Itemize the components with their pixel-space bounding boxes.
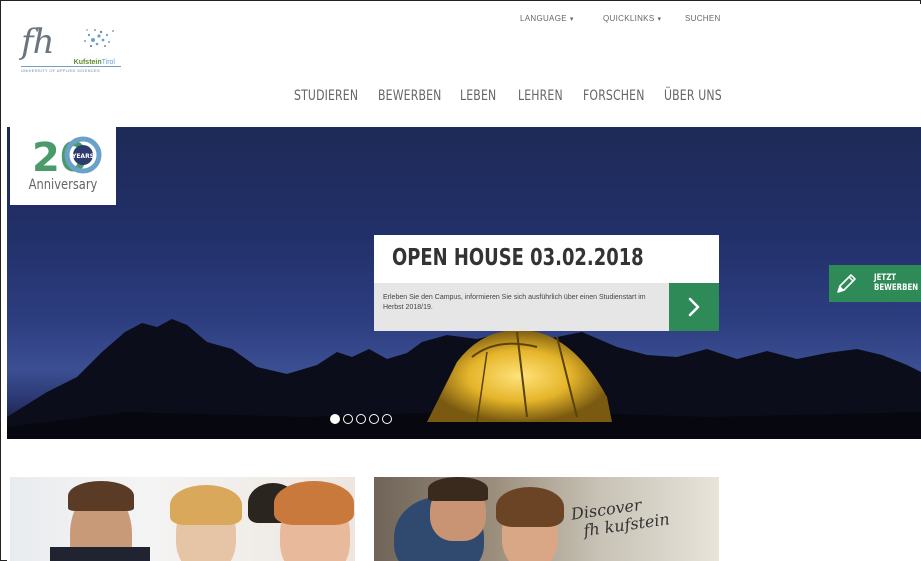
sun-rays-icon (84, 29, 114, 48)
language-menu[interactable]: LANGUAGE ▾ (520, 14, 574, 23)
apply-now-button[interactable]: JETZT BEWERBEN (829, 265, 921, 302)
carousel-dots (330, 414, 392, 426)
carousel-dot-5[interactable] (382, 414, 392, 424)
logo-tagline: UNIVERSITY OF APPLIED SCIENCES (21, 68, 100, 73)
carousel-dot-3[interactable] (356, 414, 366, 424)
anniversary-badge: 20 YEARS Anniversary (10, 127, 116, 205)
chevron-down-icon: ▾ (569, 16, 574, 23)
main-nav: STUDIEREN BEWERBEN LEBEN LEHREN FORSCHEN… (7, 88, 921, 110)
chevron-down-icon: ▾ (657, 16, 662, 23)
logo-mark: fh (21, 22, 54, 62)
anniversary-label: Anniversary (28, 177, 98, 193)
carousel-dot-4[interactable] (369, 414, 379, 424)
svg-text:YEARS: YEARS (71, 153, 94, 160)
chevron-right-icon (688, 297, 700, 317)
20-years-logo-icon: 20 YEARS (32, 135, 102, 175)
promo-title: OPEN HOUSE 03.02.2018 (392, 245, 644, 271)
quicklinks-menu[interactable]: QUICKLINKS ▾ (603, 14, 661, 23)
site-logo[interactable]: fh KufsteinTirol UNIVERSITY OF APPLIED S… (21, 22, 131, 74)
carousel-dot-2[interactable] (343, 414, 353, 424)
nav-item-ueber-uns[interactable]: ÜBER UNS (664, 88, 722, 104)
nav-item-leben[interactable]: LEBEN (460, 88, 496, 104)
nav-item-studieren[interactable]: STUDIEREN (294, 88, 358, 104)
promo-header: OPEN HOUSE 03.02.2018 (374, 235, 719, 283)
nav-item-bewerben[interactable]: BEWERBEN (378, 88, 441, 104)
discover-slogan: Discover fh kufstein (569, 495, 671, 541)
apply-now-label: JETZT BEWERBEN (874, 273, 919, 293)
carousel-dot-1[interactable] (330, 414, 340, 424)
promo-text: Erleben Sie den Campus, informieren Sie … (374, 283, 669, 331)
open-house-promo[interactable]: OPEN HOUSE 03.02.2018 Erleben Sie den Ca… (374, 235, 719, 331)
search-link[interactable]: SUCHEN (685, 14, 721, 23)
pencil-icon (837, 274, 856, 293)
students-teaser-image[interactable] (10, 477, 355, 561)
page: fh KufsteinTirol UNIVERSITY OF APPLIED S… (7, 4, 921, 561)
promo-next-button[interactable] (669, 283, 719, 331)
logo-brand: KufsteinTirol (21, 58, 121, 67)
discover-teaser-image[interactable]: Discover fh kufstein (374, 477, 719, 561)
nav-item-forschen[interactable]: FORSCHEN (583, 88, 645, 104)
nav-item-lehren[interactable]: LEHREN (518, 88, 563, 104)
